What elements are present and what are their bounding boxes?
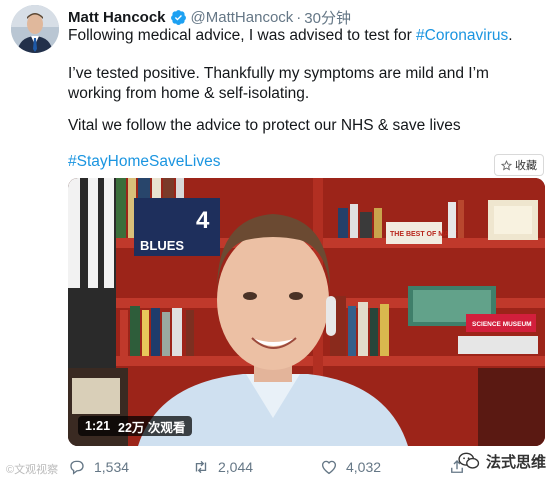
retweet-count: 2,044 <box>218 459 254 475</box>
svg-text:SCIENCE MUSEUM: SCIENCE MUSEUM <box>472 321 532 328</box>
collect-label: 收藏 <box>515 160 537 172</box>
tweet-paragraph-3: Vital we follow the advice to protect ou… <box>68 117 461 134</box>
author-handle[interactable]: @MattHancock <box>191 9 294 26</box>
tweet-header: Matt Hancock @MattHancock · 30分钟 <box>68 6 351 28</box>
retweet-button[interactable]: 2,044 <box>192 454 253 480</box>
video-player[interactable]: BLUES 4 THE BEST OF MATT SCIENCE MUSEUM <box>68 178 545 446</box>
star-icon <box>501 159 512 170</box>
tweet-paragraph-2: I’ve tested positive. Thankfully my symp… <box>68 65 489 102</box>
reply-button[interactable]: 1,534 <box>68 454 129 480</box>
like-count: 4,032 <box>346 459 382 475</box>
svg-text:4: 4 <box>196 207 210 234</box>
retweet-icon <box>195 460 207 474</box>
avatar-image <box>11 5 59 53</box>
wechat-icon <box>458 452 480 469</box>
verified-badge-icon <box>170 9 186 25</box>
video-views: 22万 次观看 <box>118 420 186 435</box>
watermark-left: ©文观视察 <box>6 464 59 476</box>
watermark-right: 法式思维 <box>458 450 546 472</box>
svg-text:THE BEST OF MATT: THE BEST OF MATT <box>390 231 458 238</box>
heart-icon <box>321 460 337 475</box>
tweet-line-1-suffix: . <box>508 27 513 44</box>
video-duration: 1:21 <box>85 419 111 433</box>
hashtag-stayhomesavelives[interactable]: #StayHomeSaveLives <box>68 153 221 170</box>
author-avatar[interactable] <box>11 5 59 53</box>
tweet-line-1: Following medical advice, I was advised … <box>68 26 513 46</box>
tweet-timestamp[interactable]: 30分钟 <box>304 7 351 28</box>
hashtag-coronavirus[interactable]: #Coronavirus <box>416 27 508 44</box>
collect-button[interactable]: 收藏 <box>494 154 544 176</box>
video-overlay-badge: 1:21 22万 次观看 <box>78 416 193 436</box>
tweet-line-1-prefix: Following medical advice, I was advised … <box>68 27 417 44</box>
author-name[interactable]: Matt Hancock <box>68 9 166 26</box>
reply-icon <box>70 460 84 475</box>
reply-count: 1,534 <box>94 459 130 475</box>
watermark-right-text: 法式思维 <box>486 453 547 471</box>
like-button[interactable]: 4,032 <box>320 454 381 480</box>
video-frame: BLUES 4 THE BEST OF MATT SCIENCE MUSEUM <box>68 178 545 446</box>
header-separator: · <box>296 8 302 26</box>
shelf-blues-poster: BLUES <box>140 238 184 253</box>
